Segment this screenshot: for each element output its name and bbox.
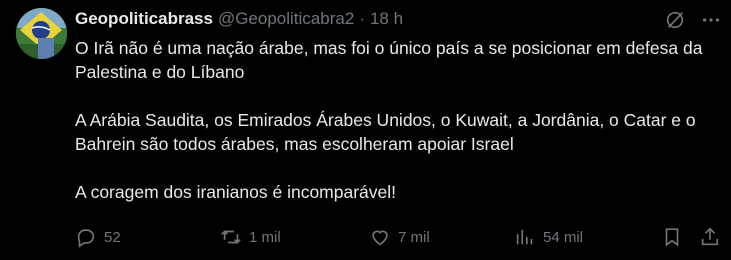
repost-count: 1 mil xyxy=(249,228,281,246)
bookmark-button[interactable] xyxy=(661,226,683,248)
like-count: 7 mil xyxy=(398,228,430,246)
reply-count: 52 xyxy=(104,228,121,246)
share-icon xyxy=(701,227,719,246)
like-icon xyxy=(372,230,388,246)
tweet-action-bar: 52 1 mil 7 mil 54 mil xyxy=(75,226,723,252)
repost-button[interactable]: 1 mil xyxy=(220,226,281,248)
tweet-paragraph: A coragem dos iranianos é incomparável! xyxy=(75,182,397,202)
tweet-top-actions xyxy=(651,8,723,32)
more-icon[interactable] xyxy=(699,8,723,32)
tweet-text: O Irã não é uma nação árabe, mas foi o ú… xyxy=(75,36,715,204)
tweet-header: Geopoliticabrass @Geopoliticabra2 · 18 h xyxy=(75,8,403,30)
avatar[interactable] xyxy=(16,8,67,59)
reply-button[interactable]: 52 xyxy=(75,226,121,248)
tweet-paragraph: O Irã não é uma nação árabe, mas foi o ú… xyxy=(75,38,703,82)
reply-icon xyxy=(77,229,95,248)
grok-icon[interactable] xyxy=(663,8,687,32)
views-icon xyxy=(516,229,533,245)
tweet-paragraph: A Arábia Saudita, os Emirados Árabes Uni… xyxy=(75,110,696,154)
author-handle[interactable]: @Geopoliticabra2 xyxy=(218,9,354,29)
separator-dot: · xyxy=(359,9,365,28)
author-display-name[interactable]: Geopoliticabrass xyxy=(75,9,213,29)
like-button[interactable]: 7 mil xyxy=(369,226,430,248)
brazil-flag-avatar-icon xyxy=(16,8,67,59)
repost-icon xyxy=(221,230,241,244)
share-button[interactable] xyxy=(699,226,721,248)
timestamp[interactable]: 18 h xyxy=(370,9,403,29)
views-count: 54 mil xyxy=(543,228,584,246)
views-button[interactable]: 54 mil xyxy=(514,226,583,248)
bookmark-icon xyxy=(665,228,679,247)
tweet[interactable]: Geopoliticabrass @Geopoliticabra2 · 18 h… xyxy=(0,0,731,260)
